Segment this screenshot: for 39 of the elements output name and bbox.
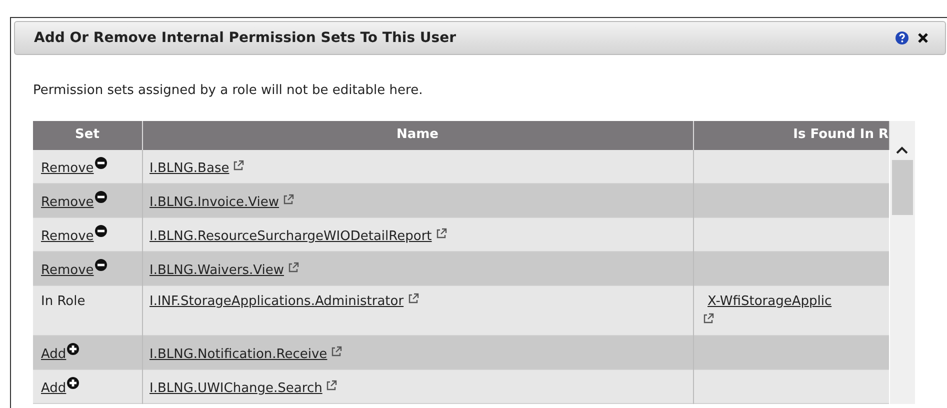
external-link-icon <box>331 346 342 357</box>
permission-set-link[interactable]: I.BLNG.Invoice.View <box>150 195 280 210</box>
external-link-icon <box>408 293 419 304</box>
add-link[interactable]: Add <box>41 347 66 362</box>
minus-circle-icon <box>94 259 107 271</box>
column-header: Name <box>142 120 693 150</box>
remove-link[interactable]: Remove <box>41 160 94 176</box>
scrollbar-thumb[interactable] <box>892 160 912 214</box>
info-text: Permission sets assigned by a role will not be editable here. <box>33 82 424 100</box>
external-link-icon <box>283 194 294 205</box>
column-header: Set <box>33 120 142 150</box>
close-icon[interactable] <box>917 32 929 44</box>
minus-circle-icon <box>94 191 107 203</box>
in-role-label: In Role <box>41 294 86 309</box>
permission-set-link[interactable]: I.BLNG.Base <box>150 160 230 176</box>
dialog-title: Add Or Remove Internal Permission Sets To This User <box>34 28 458 48</box>
scroll-up-icon[interactable] <box>895 144 909 154</box>
external-link-icon <box>436 228 447 239</box>
add-link[interactable]: Add <box>41 381 66 396</box>
permission-set-link[interactable]: I.BLNG.Waivers.View <box>150 263 284 278</box>
role-link[interactable]: X-WfiStorageApplic <box>708 294 832 309</box>
minus-circle-icon <box>94 225 107 237</box>
permission-set-link[interactable]: I.BLNG.Notification.Receive <box>150 347 328 362</box>
plus-circle-icon <box>67 343 80 355</box>
column-header: Is Found In R <box>693 120 889 150</box>
remove-link[interactable]: Remove <box>41 229 94 244</box>
minus-circle-icon <box>94 156 107 168</box>
help-icon[interactable] <box>895 31 909 45</box>
external-link-icon <box>326 380 338 391</box>
plus-circle-icon <box>67 377 80 389</box>
external-link-icon <box>288 262 299 273</box>
external-link-icon <box>233 160 244 170</box>
scrollbar[interactable] <box>890 120 914 404</box>
external-link-icon <box>702 312 714 324</box>
permission-set-link[interactable]: I.INF.StorageApplications.Administrator <box>150 294 404 309</box>
permission-set-link[interactable]: I.BLNG.UWIChange.Search <box>150 381 322 396</box>
remove-link[interactable]: Remove <box>41 195 94 210</box>
remove-link[interactable]: Remove <box>41 263 94 278</box>
permission-set-link[interactable]: I.BLNG.ResourceSurchargeWIODetailReport <box>150 229 432 244</box>
